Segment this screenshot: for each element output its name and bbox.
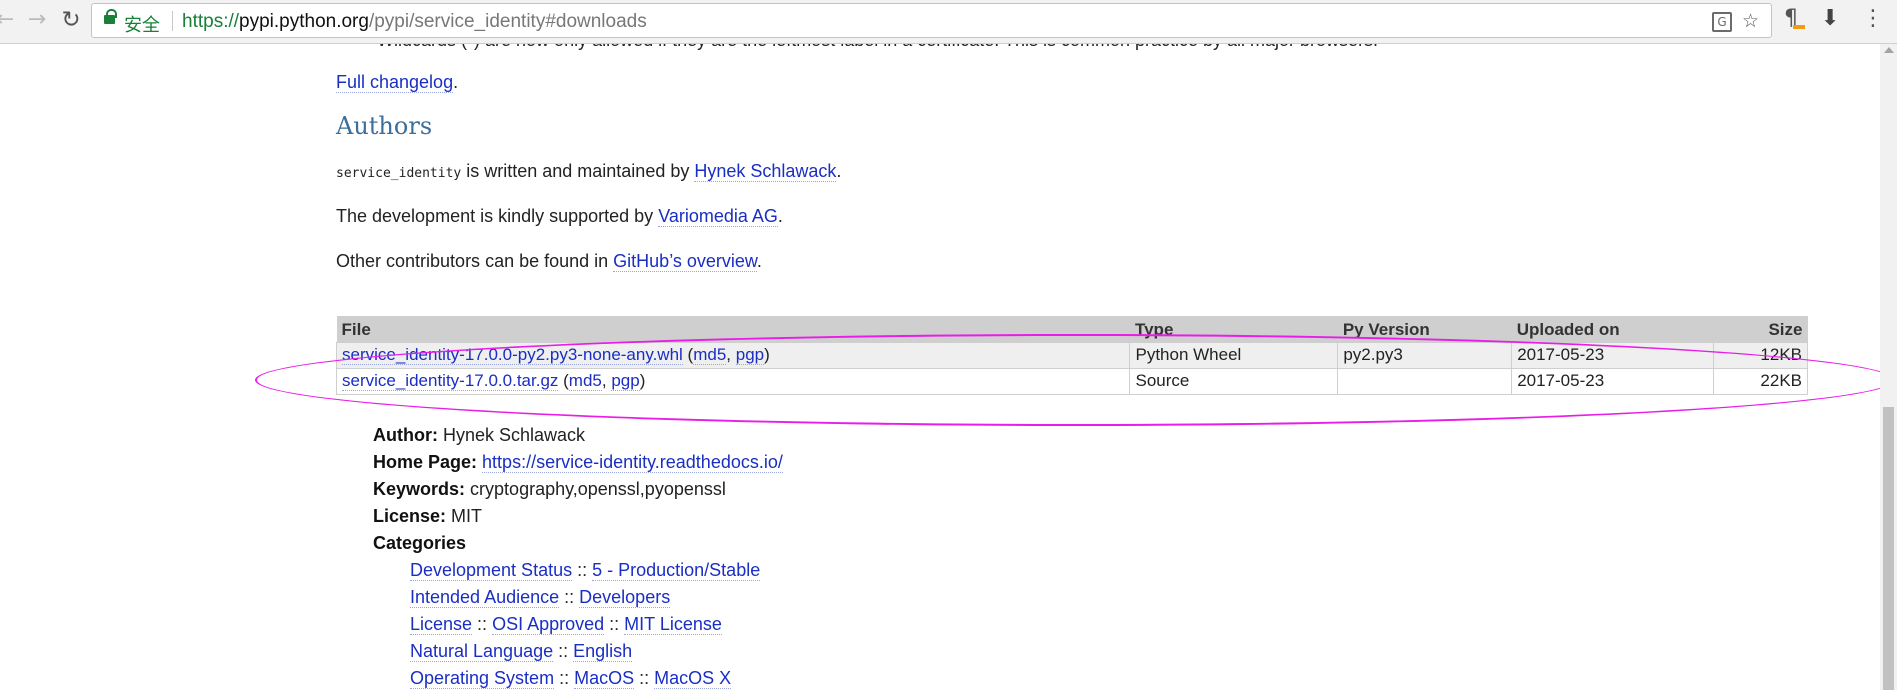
secure-label[interactable]: 安全: [124, 11, 160, 37]
license-value: MIT: [451, 506, 483, 526]
page-scrollbar[interactable]: [1880, 44, 1897, 690]
category-item: License :: OSI Approved :: MIT License: [410, 614, 722, 635]
category-item: Operating System :: MacOS :: MacOS X: [410, 668, 732, 689]
truncated-changelog-line: *Wildcards (*) are now only allowed if t…: [370, 44, 1378, 51]
header-type: Type: [1129, 316, 1338, 342]
download-extension-icon[interactable]: ⬇: [1821, 6, 1839, 31]
address-separator: [172, 11, 173, 31]
file-cell: service_identity-17.0.0.tar.gz (md5, pgp…: [335, 367, 1131, 395]
category-item: Intended Audience :: Developers: [410, 587, 671, 608]
type-cell: Source: [1129, 367, 1339, 395]
authors-text: is written and maintained by: [461, 161, 695, 181]
header-py-version: Py Version: [1337, 316, 1512, 342]
support-text: The development is kindly supported by: [336, 206, 659, 226]
homepage-meta: Home Page: https://service-identity.read…: [373, 452, 783, 473]
author-meta: Author: Hynek Schlawack: [373, 425, 585, 446]
authors-heading: Authors: [336, 112, 433, 140]
sdist-md5-link[interactable]: md5: [568, 371, 602, 391]
category-link[interactable]: License: [410, 614, 473, 635]
lock-icon[interactable]: [104, 9, 117, 24]
forward-icon[interactable]: →: [24, 7, 50, 33]
url-path: /pypi/service_identity#downloads: [368, 11, 647, 32]
sdist-file-link[interactable]: service_identity-17.0.0.tar.gz: [342, 371, 559, 391]
full-changelog-link[interactable]: Full changelog: [336, 72, 454, 93]
author-value: Hynek Schlawack: [443, 425, 586, 445]
size-cell: 12KB: [1713, 341, 1808, 369]
category-link[interactable]: MacOS X: [654, 668, 732, 689]
url-host: pypi.python.org: [239, 11, 369, 32]
category-link[interactable]: Developers: [579, 587, 671, 608]
reload-icon[interactable]: ↻: [58, 7, 84, 33]
table-row: service_identity-17.0.0.tar.gz (md5, pgp…: [335, 367, 1808, 395]
author-label: Author:: [373, 425, 438, 445]
author-link[interactable]: Hynek Schlawack: [694, 161, 837, 182]
browser-toolbar: ← → ↻ 安全 https://pypi.python.org/pypi/se…: [0, 0, 1897, 44]
package-code: service_identity: [336, 166, 462, 181]
support-paragraph: The development is kindly supported by V…: [336, 206, 783, 227]
downloads-table: File Type Py Version Uploaded on Size se…: [335, 316, 1808, 395]
uploaded-cell: 2017-05-23: [1511, 341, 1715, 369]
url-text[interactable]: https://pypi.python.org/pypi/service_ide…: [182, 11, 647, 33]
wheel-md5-link[interactable]: md5: [693, 345, 727, 365]
back-icon[interactable]: ←: [0, 7, 18, 33]
category-link[interactable]: Operating System: [410, 668, 555, 689]
file-cell: service_identity-17.0.0-py2.py3-none-any…: [335, 341, 1131, 369]
translate-icon[interactable]: G: [1712, 12, 1732, 32]
homepage-link[interactable]: https://service-identity.readthedocs.io/: [482, 452, 783, 473]
category-link[interactable]: Development Status: [410, 560, 573, 581]
contributors-text: Other contributors can be found in: [336, 251, 614, 271]
contributors-paragraph: Other contributors can be found in GitHu…: [336, 251, 762, 272]
license-meta: License: MIT: [373, 506, 482, 527]
header-size: Size: [1713, 316, 1808, 342]
py-version-cell: [1337, 367, 1513, 395]
categories-meta: Categories: [373, 533, 466, 554]
authors-paragraph: service_identity is written and maintain…: [336, 161, 842, 182]
header-file: File: [336, 316, 1130, 342]
github-overview-link[interactable]: GitHub’s overview: [613, 251, 757, 272]
pilcrow-extension-icon[interactable]: ¶: [1784, 6, 1805, 31]
keywords-value: cryptography,openssl,pyopenssl: [470, 479, 726, 499]
bookmark-star-icon[interactable]: ☆: [1742, 10, 1759, 32]
address-bar[interactable]: 安全 https://pypi.python.org/pypi/service_…: [91, 3, 1772, 38]
url-scheme: https://: [182, 11, 240, 32]
full-changelog-paragraph: Full changelog.: [336, 72, 459, 93]
size-cell: 22KB: [1713, 367, 1808, 395]
type-cell: Python Wheel: [1129, 341, 1339, 369]
sdist-pgp-link[interactable]: pgp: [611, 371, 640, 391]
table-row: service_identity-17.0.0-py2.py3-none-any…: [335, 341, 1808, 369]
homepage-label: Home Page:: [373, 452, 478, 472]
py-version-cell: py2.py3: [1337, 341, 1513, 369]
category-link[interactable]: English: [573, 641, 633, 662]
category-link[interactable]: Intended Audience: [410, 587, 560, 608]
variomedia-link[interactable]: Variomedia AG: [658, 206, 778, 227]
category-link[interactable]: MIT License: [624, 614, 722, 635]
header-uploaded-on: Uploaded on: [1511, 316, 1714, 342]
wheel-file-link[interactable]: service_identity-17.0.0-py2.py3-none-any…: [342, 345, 683, 365]
category-link[interactable]: Natural Language: [410, 641, 554, 662]
wheel-pgp-link[interactable]: pgp: [735, 345, 765, 365]
scroll-up-arrow-icon[interactable]: [1884, 47, 1894, 53]
license-label: License:: [373, 506, 447, 526]
keywords-meta: Keywords: cryptography,openssl,pyopenssl: [373, 479, 726, 500]
keywords-label: Keywords:: [373, 479, 466, 499]
browser-menu-icon[interactable]: ⋮: [1862, 6, 1884, 31]
categories-label: Categories: [373, 533, 467, 553]
table-header-row: File Type Py Version Uploaded on Size: [336, 316, 1808, 342]
category-link[interactable]: 5 - Production/Stable: [592, 560, 761, 581]
category-link[interactable]: MacOS: [574, 668, 635, 689]
category-item: Natural Language :: English: [410, 641, 633, 662]
category-link[interactable]: OSI Approved: [492, 614, 605, 635]
category-item: Development Status :: 5 - Production/Sta…: [410, 560, 761, 581]
uploaded-cell: 2017-05-23: [1511, 367, 1715, 395]
page-content: *Wildcards (*) are now only allowed if t…: [0, 44, 1880, 690]
scroll-thumb[interactable]: [1883, 407, 1894, 690]
